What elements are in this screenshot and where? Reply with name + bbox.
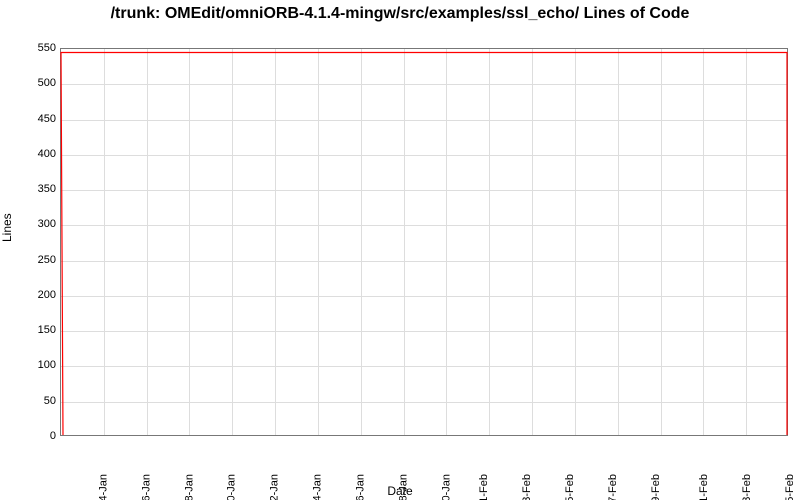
y-tick-label: 300 bbox=[6, 218, 56, 230]
y-tick-label: 100 bbox=[6, 359, 56, 371]
y-tick-label: 0 bbox=[6, 430, 56, 442]
chart-title: /trunk: OMEdit/omniORB-4.1.4-mingw/src/e… bbox=[0, 4, 800, 23]
y-tick-label: 50 bbox=[6, 395, 56, 407]
x-axis-label: Date bbox=[0, 484, 800, 498]
chart-container: /trunk: OMEdit/omniORB-4.1.4-mingw/src/e… bbox=[0, 0, 800, 500]
plot-area bbox=[60, 48, 788, 436]
y-tick-label: 450 bbox=[6, 113, 56, 125]
y-tick-label: 400 bbox=[6, 148, 56, 160]
y-tick-label: 200 bbox=[6, 289, 56, 301]
y-tick-label: 250 bbox=[6, 254, 56, 266]
y-tick-label: 550 bbox=[6, 42, 56, 54]
y-tick-label: 150 bbox=[6, 324, 56, 336]
y-tick-label: 350 bbox=[6, 183, 56, 195]
y-tick-label: 500 bbox=[6, 77, 56, 89]
series-line bbox=[61, 49, 787, 435]
